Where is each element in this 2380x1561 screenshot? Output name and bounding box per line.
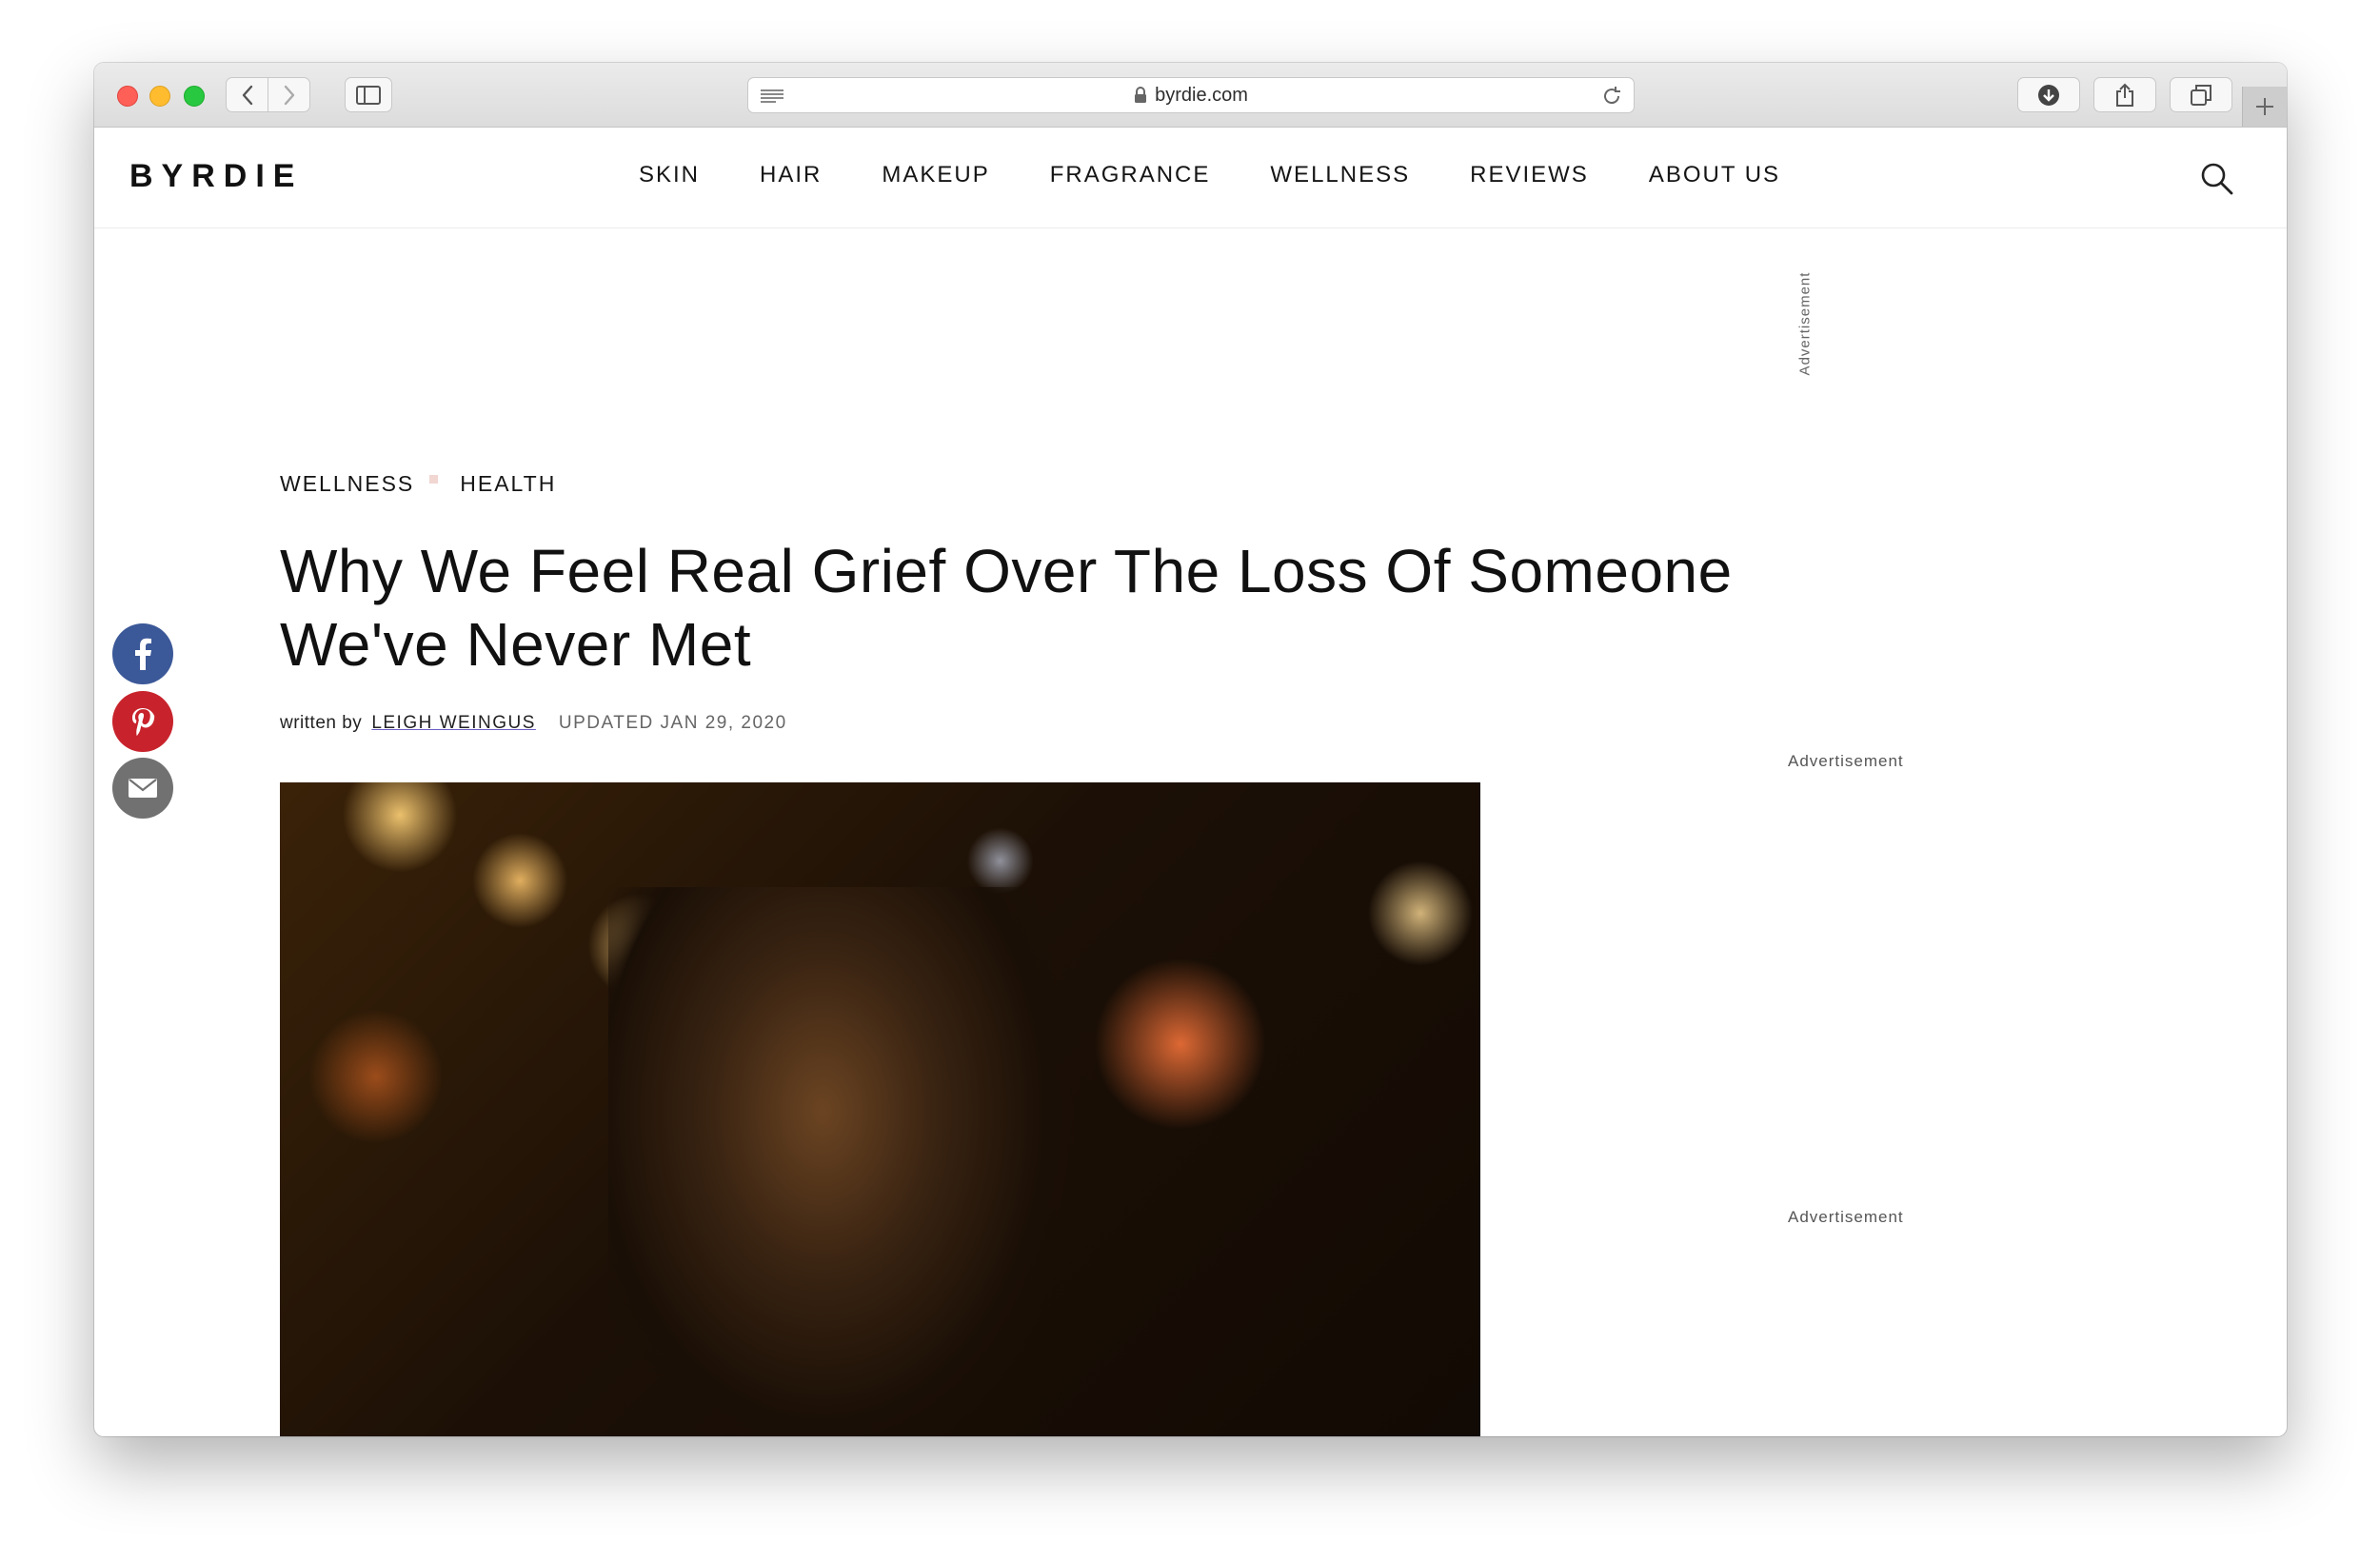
browser-window: byrdie.com BYRDIE SKIN HAIR MAKEUP FRAGR… bbox=[94, 63, 2287, 1436]
url-display: byrdie.com bbox=[748, 78, 1634, 112]
lock-icon bbox=[1135, 87, 1147, 103]
advertisement-label: Advertisement bbox=[1796, 271, 1814, 376]
nav-item-wellness[interactable]: WELLNESS bbox=[1270, 162, 1410, 188]
forward-button[interactable] bbox=[268, 77, 310, 112]
pinterest-share-button[interactable] bbox=[112, 691, 173, 752]
tab-overview-button[interactable] bbox=[2170, 77, 2232, 112]
sidebar-icon bbox=[356, 85, 381, 105]
back-button[interactable] bbox=[226, 77, 268, 112]
nav-item-skin[interactable]: SKIN bbox=[639, 162, 700, 188]
email-icon bbox=[129, 779, 157, 798]
email-share-button[interactable] bbox=[112, 758, 173, 819]
search-icon bbox=[2201, 163, 2233, 195]
zoom-window-button[interactable] bbox=[184, 86, 205, 107]
minimize-window-button[interactable] bbox=[149, 86, 170, 107]
breadcrumb-health[interactable]: HEALTH bbox=[460, 471, 556, 497]
author-link[interactable]: LEIGH WEINGUS bbox=[371, 713, 536, 734]
new-tab-button[interactable] bbox=[2242, 87, 2287, 127]
share-button[interactable] bbox=[2093, 77, 2156, 112]
breadcrumb-separator bbox=[429, 475, 439, 484]
url-text: byrdie.com bbox=[1155, 84, 1248, 106]
breadcrumb: WELLNESS HEALTH bbox=[280, 471, 556, 497]
address-bar[interactable]: byrdie.com bbox=[747, 77, 1635, 113]
back-icon bbox=[242, 85, 252, 105]
side-ad-label: Advertisement bbox=[1788, 1208, 1904, 1226]
main-nav: SKIN HAIR MAKEUP FRAGRANCE WELLNESS REVI… bbox=[639, 162, 1840, 188]
article-byline: written by LEIGH WEINGUS UPDATED JAN 29,… bbox=[280, 713, 787, 734]
browser-toolbar: byrdie.com bbox=[94, 63, 2287, 128]
side-ad-label: Advertisement bbox=[1788, 752, 1904, 770]
facebook-icon bbox=[135, 638, 151, 670]
reload-icon[interactable] bbox=[1601, 86, 1622, 107]
hero-image-figure bbox=[608, 887, 1084, 1436]
plus-icon bbox=[2256, 98, 2273, 115]
facebook-share-button[interactable] bbox=[112, 623, 173, 684]
article-title: Why We Feel Real Grief Over The Loss Of … bbox=[280, 537, 1733, 679]
top-ad-label: Advertisement bbox=[1795, 262, 1815, 385]
download-icon bbox=[2038, 84, 2059, 106]
search-button[interactable] bbox=[2200, 162, 2234, 201]
site-header: BYRDIE SKIN HAIR MAKEUP FRAGRANCE WELLNE… bbox=[94, 128, 2287, 228]
close-window-button[interactable] bbox=[117, 86, 138, 107]
site-logo[interactable]: BYRDIE bbox=[129, 158, 303, 195]
nav-item-hair[interactable]: HAIR bbox=[760, 162, 822, 188]
downloads-button[interactable] bbox=[2017, 77, 2080, 112]
hero-image bbox=[280, 782, 1480, 1436]
byline-prefix: written by bbox=[280, 713, 363, 733]
pinterest-icon bbox=[132, 708, 155, 736]
tabs-icon bbox=[2191, 84, 2211, 106]
updated-date: UPDATED JAN 29, 2020 bbox=[558, 713, 787, 733]
nav-item-makeup[interactable]: MAKEUP bbox=[882, 162, 989, 188]
share-icon bbox=[2116, 83, 2133, 107]
forward-icon bbox=[284, 85, 294, 105]
breadcrumb-wellness[interactable]: WELLNESS bbox=[280, 471, 414, 497]
nav-item-about-us[interactable]: ABOUT US bbox=[1649, 162, 1780, 188]
sidebar-button[interactable] bbox=[345, 77, 392, 112]
nav-item-reviews[interactable]: REVIEWS bbox=[1470, 162, 1589, 188]
nav-item-fragrance[interactable]: FRAGRANCE bbox=[1050, 162, 1211, 188]
